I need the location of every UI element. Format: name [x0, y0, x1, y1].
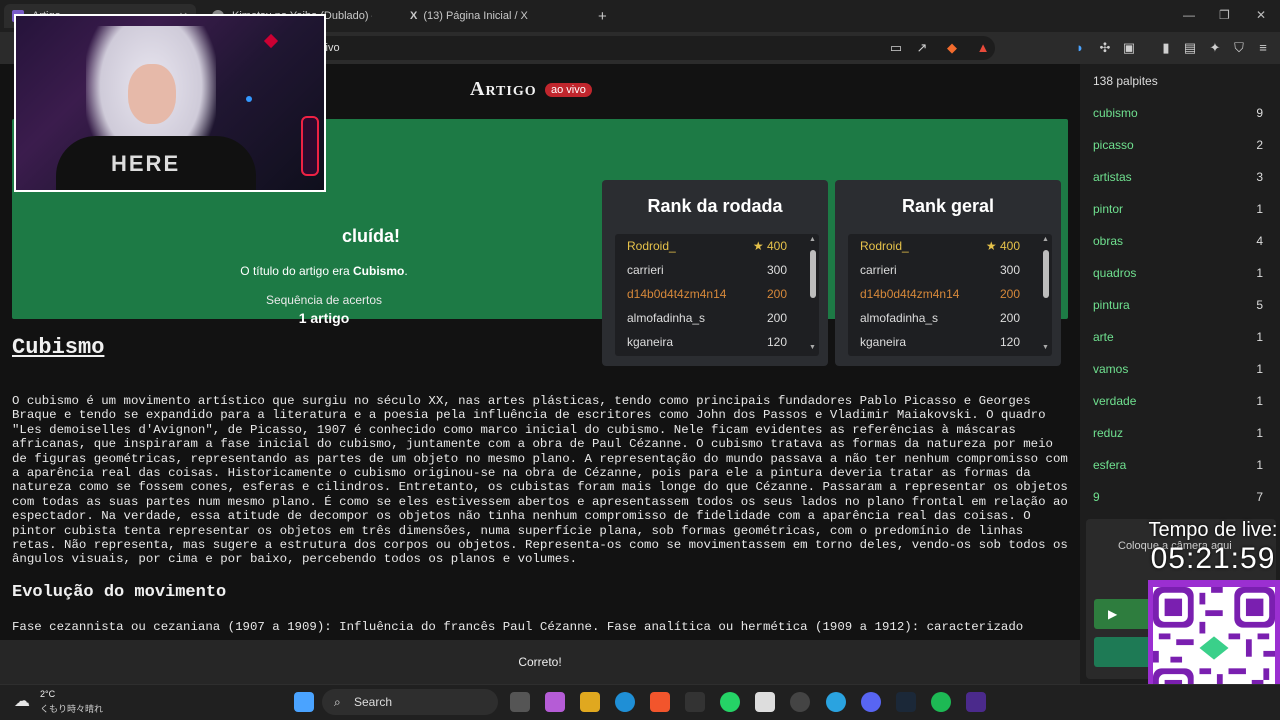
guess-item: 97	[1093, 490, 1263, 504]
guess-item: artistas 3	[1093, 170, 1263, 184]
live-time-value: 05:21:59	[1150, 542, 1276, 575]
section-body: Fase cezannista ou cezaniana (1907 a 190…	[12, 620, 1024, 634]
guess-item: arte 1	[1093, 330, 1263, 344]
guess-item: pintor 1	[1093, 202, 1263, 216]
rank-overall-scrollbar[interactable]: ▲ ▼	[1042, 236, 1049, 351]
streamer-face	[128, 64, 176, 124]
title-answer: Cubismo	[353, 264, 405, 278]
rank-overall-title: Rank geral	[901, 196, 995, 216]
copilot-icon[interactable]	[545, 692, 565, 712]
guess-item: picasso 2	[1093, 138, 1263, 152]
menu-icon[interactable]: ≡	[1255, 40, 1271, 56]
rank-row: carrieri 300	[627, 263, 787, 277]
obs-icon[interactable]	[790, 692, 810, 712]
guess-item: quadros 1	[1093, 266, 1263, 280]
rank-round-title: Rank da rodada	[647, 196, 783, 216]
guess-item: verdade 1	[1093, 394, 1263, 408]
live-time-label: Tempo de live:	[1148, 519, 1278, 541]
live-badge: ao vivo	[545, 83, 592, 97]
sidebar-icon[interactable]: ▮	[1158, 40, 1174, 56]
telegram-icon[interactable]	[826, 692, 846, 712]
tab-x[interactable]: X (13) Página Inicial / X	[402, 4, 592, 28]
guess-item: obras 4	[1093, 234, 1263, 248]
article-body: O cubismo é um movimento artístico que s…	[12, 394, 1068, 567]
rank-row: Rodroid_ ★ 400	[627, 239, 787, 253]
restore-icon[interactable]: ❐	[1219, 8, 1230, 22]
address-bar[interactable]: vivo	[250, 36, 995, 60]
guess-item: reduz 1	[1093, 426, 1263, 440]
rank-overall-list[interactable]: Rodroid_ ★ 400 carrieri 300 d14b0d4t4zm4n1…	[848, 234, 1052, 356]
brave-shield-icon[interactable]: ◆	[944, 40, 960, 56]
rank-row: d14b0d4t4zm4n14 200	[860, 287, 1020, 301]
x-logo-icon: X	[410, 10, 418, 22]
rank-row: carrieri 300	[860, 263, 1020, 277]
article-title: Cubismo	[12, 335, 105, 360]
live-timer: Tempo de live: 05:21:59	[1146, 519, 1280, 576]
rank-row: almofadinha_s 200	[627, 311, 787, 325]
taskbar-search[interactable]: ⌕ Search	[322, 689, 498, 715]
minimize-icon[interactable]: —	[1183, 8, 1195, 22]
status-message: Correto!	[518, 655, 562, 669]
title-suffix: .	[404, 264, 408, 278]
media-icon[interactable]: ▣	[1121, 40, 1137, 56]
site-logo: Artigo	[470, 78, 537, 100]
secondary-green-button[interactable]	[1094, 637, 1154, 667]
rank-row: d14b0d4t4zm4n14 200	[627, 287, 787, 301]
rank-overall-panel: Rank geral Rodroid_ ★ 400 carrieri 300 d14…	[835, 180, 1061, 366]
app-icon[interactable]	[755, 692, 775, 712]
windows-taskbar: ☁ 2°C くもり時々晴れ ⌕ Search	[0, 684, 1280, 720]
leo-ai-icon[interactable]: ✦	[1207, 40, 1223, 56]
play-button[interactable]: ▶	[1094, 599, 1154, 629]
spotify-icon[interactable]	[931, 692, 951, 712]
rank-round-panel: Rank da rodada Rodroid_ ★ 400 carrieri 300…	[602, 180, 828, 366]
start-icon[interactable]	[294, 692, 314, 712]
guess-item: esfera 1	[1093, 458, 1263, 472]
close-window-icon[interactable]: ✕	[1256, 8, 1266, 22]
concluded-heading: cluída!	[342, 226, 401, 246]
tab-label: (13) Página Inicial / X	[423, 10, 528, 22]
task-view-icon[interactable]	[510, 692, 530, 712]
steam-icon[interactable]	[896, 692, 916, 712]
terminal-icon[interactable]	[685, 692, 705, 712]
title-prefix: O título do artigo era	[240, 264, 354, 278]
status-bar: Correto!	[0, 640, 1080, 684]
rank-row: kganeira 120	[627, 335, 787, 349]
rank-row: Rodroid_ ★ 400	[860, 239, 1020, 253]
cast-icon[interactable]: ▭	[888, 40, 904, 56]
weather-temp: 2°C	[40, 689, 56, 699]
whatsapp-icon[interactable]	[720, 692, 740, 712]
title-reveal: O título do artigo era Cubismo.	[12, 264, 636, 278]
guess-item: pintura 5	[1093, 298, 1263, 312]
rank-row: kganeira 120	[860, 335, 1020, 349]
streak-label: Sequência de acertos	[265, 293, 383, 307]
play-icon: ▶	[1108, 607, 1118, 621]
wallet-icon[interactable]: ▤	[1182, 40, 1198, 56]
brave-rewards-icon[interactable]: ▲	[975, 40, 991, 56]
shirt-text: HERE	[111, 151, 181, 176]
discord-icon[interactable]	[861, 692, 881, 712]
app-purple-icon[interactable]	[966, 692, 986, 712]
brave-icon[interactable]	[650, 692, 670, 712]
guess-item: vamos 1	[1093, 362, 1263, 376]
search-icon: ⌕	[334, 695, 341, 709]
guess-count: 138 palpites	[1093, 74, 1158, 88]
file-explorer-icon[interactable]	[580, 692, 600, 712]
rank-row: almofadinha_s 200	[860, 311, 1020, 325]
section-title: Evolução do movimento	[12, 583, 227, 602]
rank-round-list[interactable]: Rodroid_ ★ 400 carrieri 300 d14b0d4t4zm4n1…	[615, 234, 819, 356]
webcam-overlay: HERE	[14, 14, 326, 192]
rank-round-scrollbar[interactable]: ▲ ▼	[809, 236, 816, 351]
edge-icon[interactable]	[615, 692, 635, 712]
share-icon[interactable]: ↗	[914, 40, 930, 56]
extensions-icon[interactable]: ✣	[1097, 40, 1113, 56]
search-label: Search	[354, 695, 393, 709]
weather-icon[interactable]: ☁	[14, 691, 30, 711]
weather-desc: くもり時々晴れ	[40, 704, 104, 714]
audio-icon[interactable]: ◗	[1072, 40, 1088, 56]
streak-value: 1 artigo	[298, 310, 350, 326]
guess-item: cubismo 9	[1093, 106, 1263, 120]
new-tab-button[interactable]: +	[598, 4, 618, 28]
vpn-icon[interactable]: ⛉	[1231, 40, 1247, 56]
